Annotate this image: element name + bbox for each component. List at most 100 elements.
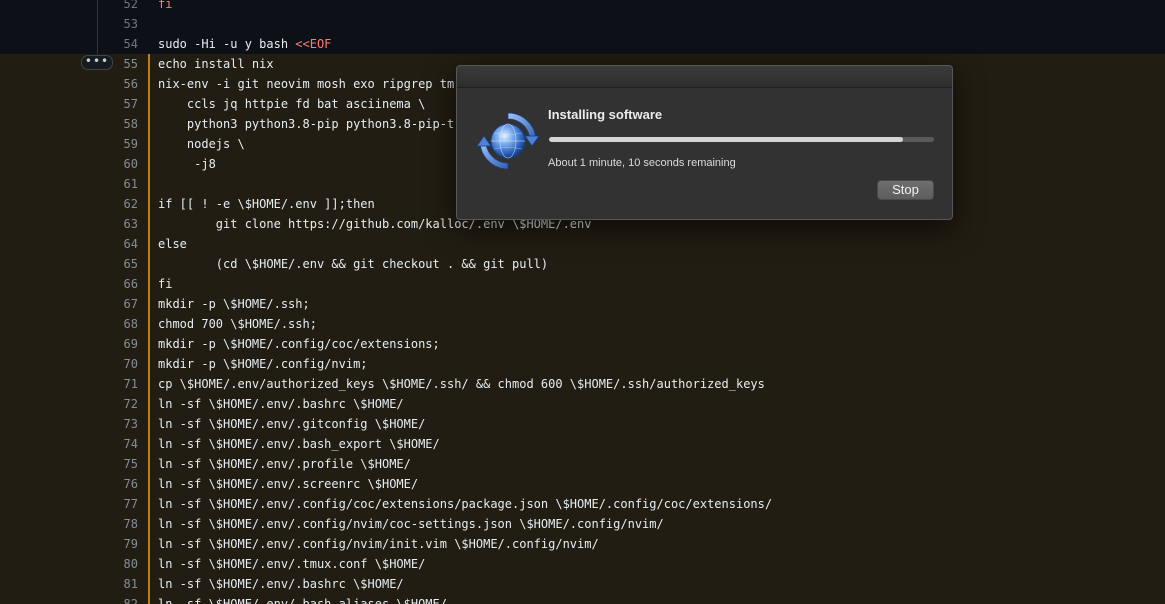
line-number[interactable]: 52 [100, 0, 138, 14]
code-line: 75 ln -sf \$HOME/.env/.profile \$HOME/ [0, 454, 1165, 474]
code-line: 71 cp \$HOME/.env/authorized_keys \$HOME/… [0, 374, 1165, 394]
code-token: ln -sf \$HOME/.env/.config/nvim/coc-sett… [158, 517, 664, 531]
code-token: ln -sf \$HOME/.env/.bash_aliases \$HOME/ [158, 597, 447, 604]
code-text: fi [158, 274, 172, 294]
code-text: -j8 [158, 154, 216, 174]
progress-bar [549, 137, 934, 142]
code-text: ln -sf \$HOME/.env/.tmux.conf \$HOME/ [158, 554, 425, 574]
code-token: nodejs \ [158, 137, 245, 151]
code-line: 54 sudo -Hi -u y bash <<EOF [0, 34, 1165, 54]
line-number[interactable]: 69 [100, 334, 138, 354]
code-token: ln -sf \$HOME/.env/.screenrc \$HOME/ [158, 477, 419, 491]
code-line: 65 (cd \$HOME/.env && git checkout . && … [0, 254, 1165, 274]
code-line: 80 ln -sf \$HOME/.env/.tmux.conf \$HOME/ [0, 554, 1165, 574]
code-line: 53 [0, 14, 1165, 34]
line-number[interactable]: 78 [100, 514, 138, 534]
code-line: 69 mkdir -p \$HOME/.config/coc/extensions… [0, 334, 1165, 354]
line-number[interactable]: 63 [100, 214, 138, 234]
code-token: if [[ ! -e \$HOME/.env ]];then [158, 197, 375, 211]
installer-dialog: Installing software About 1 minute, 10 s… [456, 65, 953, 220]
code-text: if [[ ! -e \$HOME/.env ]];then [158, 194, 375, 214]
code-token: fi [158, 0, 173, 11]
line-number[interactable]: 56 [100, 74, 138, 94]
line-number[interactable]: 54 [100, 34, 138, 54]
code-token: ln -sf \$HOME/.env/.bash_export \$HOME/ [158, 437, 440, 451]
code-line: 77 ln -sf \$HOME/.env/.config/coc/extensi… [0, 494, 1165, 514]
code-token: ln -sf \$HOME/.env/.bashrc \$HOME/ [158, 397, 404, 411]
line-number[interactable]: 59 [100, 134, 138, 154]
code-line: 70 mkdir -p \$HOME/.config/nvim; [0, 354, 1165, 374]
code-text: cp \$HOME/.env/authorized_keys \$HOME/.s… [158, 374, 765, 394]
code-text: sudo -Hi -u y bash <<EOF [158, 34, 331, 54]
line-number[interactable]: 57 [100, 94, 138, 114]
code-text: ln -sf \$HOME/.env/.screenrc \$HOME/ [158, 474, 418, 494]
code-text: mkdir -p \$HOME/.config/coc/extensions; [158, 334, 440, 354]
software-update-globe-icon [476, 112, 540, 170]
expand-lines-button[interactable]: ••• [81, 55, 113, 70]
line-number[interactable]: 82 [100, 594, 138, 604]
code-token: else [158, 237, 187, 251]
code-text: fi [158, 0, 172, 14]
line-number[interactable]: 71 [100, 374, 138, 394]
code-line: 78 ln -sf \$HOME/.env/.config/nvim/coc-se… [0, 514, 1165, 534]
line-number[interactable]: 70 [100, 354, 138, 374]
code-token: sudo -Hi -u y bash [158, 37, 296, 51]
code-token: echo install nix [158, 57, 274, 71]
code-text: else [158, 234, 187, 254]
code-line: 79 ln -sf \$HOME/.env/.config/nvim/init.v… [0, 534, 1165, 554]
code-token: cp \$HOME/.env/authorized_keys \$HOME/.s… [158, 377, 765, 391]
line-number[interactable]: 65 [100, 254, 138, 274]
stop-button[interactable]: Stop [877, 180, 934, 200]
dialog-titlebar[interactable] [457, 66, 952, 88]
code-text: ln -sf \$HOME/.env/.gitconfig \$HOME/ [158, 414, 425, 434]
line-number[interactable]: 74 [100, 434, 138, 454]
line-number[interactable]: 81 [100, 574, 138, 594]
code-token: fi [158, 277, 173, 291]
code-line: 52 fi [0, 0, 1165, 14]
line-number[interactable]: 68 [100, 314, 138, 334]
line-number[interactable]: 62 [100, 194, 138, 214]
line-number[interactable]: 66 [100, 274, 138, 294]
code-text: ln -sf \$HOME/.env/.bashrc \$HOME/ [158, 574, 404, 594]
line-number[interactable]: 76 [100, 474, 138, 494]
line-number[interactable]: 77 [100, 494, 138, 514]
line-number[interactable]: 64 [100, 234, 138, 254]
code-line: 68 chmod 700 \$HOME/.ssh; [0, 314, 1165, 334]
code-token: ln -sf \$HOME/.env/.tmux.conf \$HOME/ [158, 557, 426, 571]
line-number[interactable]: 61 [100, 174, 138, 194]
line-number[interactable]: 60 [100, 154, 138, 174]
code-text: echo install nix [158, 54, 274, 74]
code-text: mkdir -p \$HOME/.config/nvim; [158, 354, 368, 374]
line-number[interactable]: 73 [100, 414, 138, 434]
dialog-title: Installing software [548, 107, 663, 122]
line-number[interactable]: 80 [100, 554, 138, 574]
code-text: ln -sf \$HOME/.env/.config/coc/extension… [158, 494, 772, 514]
code-text: nix-env -i git neovim mosh exo ripgrep t… [158, 74, 454, 94]
code-token: python3 python3.8-pip python3.8-pip-t [158, 117, 455, 131]
code-token: mkdir -p \$HOME/.config/nvim; [158, 357, 368, 371]
code-token: ccls jq httpie fd bat asciinema \ [158, 97, 426, 111]
code-token: (cd \$HOME/.env && git checkout . && git… [158, 257, 549, 271]
code-token: ln -sf \$HOME/.env/.gitconfig \$HOME/ [158, 417, 426, 431]
time-remaining-text: About 1 minute, 10 seconds remaining [548, 157, 736, 169]
code-text: ln -sf \$HOME/.env/.config/nvim/init.vim… [158, 534, 599, 554]
line-number[interactable]: 72 [100, 394, 138, 414]
line-number[interactable]: 53 [100, 14, 138, 34]
code-line: 66 fi [0, 274, 1165, 294]
code-token: <<EOF [295, 37, 332, 51]
line-number[interactable]: 75 [100, 454, 138, 474]
code-token: ln -sf \$HOME/.env/.profile \$HOME/ [158, 457, 411, 471]
code-token: -j8 [158, 157, 216, 171]
code-text: (cd \$HOME/.env && git checkout . && git… [158, 254, 548, 274]
line-number[interactable]: 79 [100, 534, 138, 554]
line-number[interactable]: 67 [100, 294, 138, 314]
code-token: nix-env -i git neovim mosh exo ripgrep t… [158, 77, 455, 91]
code-line: 76 ln -sf \$HOME/.env/.screenrc \$HOME/ [0, 474, 1165, 494]
code-line: 73 ln -sf \$HOME/.env/.gitconfig \$HOME/ [0, 414, 1165, 434]
line-number[interactable]: 58 [100, 114, 138, 134]
code-token: mkdir -p \$HOME/.config/coc/extensions; [158, 337, 440, 351]
code-line: 72 ln -sf \$HOME/.env/.bashrc \$HOME/ [0, 394, 1165, 414]
code-text: mkdir -p \$HOME/.ssh; [158, 294, 310, 314]
code-token: chmod 700 \$HOME/.ssh; [158, 317, 317, 331]
code-text: ccls jq httpie fd bat asciinema \ [158, 94, 425, 114]
